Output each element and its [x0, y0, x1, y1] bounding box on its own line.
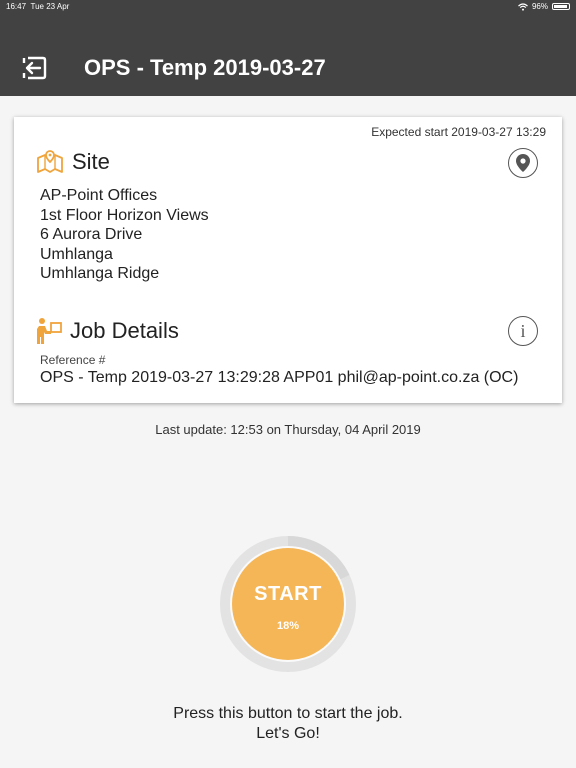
status-time: 16:47 Tue 23 Apr — [6, 2, 69, 11]
address-line: 1st Floor Horizon Views — [40, 206, 209, 224]
start-button[interactable]: START 18% — [232, 548, 344, 660]
status-clock: 16:47 — [6, 2, 27, 11]
start-progress-text: 18% — [276, 619, 300, 632]
location-button[interactable] — [508, 148, 538, 178]
page-title: OPS - Temp 2019-03-27 — [84, 55, 326, 80]
site-title: Site — [72, 149, 110, 174]
back-button[interactable] — [20, 54, 48, 82]
site-header: Site — [36, 149, 110, 175]
wifi-icon — [518, 2, 528, 11]
job-details-title: Job Details — [70, 318, 179, 343]
reference-value: OPS - Temp 2019-03-27 13:29:28 APP01 phi… — [40, 369, 519, 386]
last-update: Last update: 12:53 on Thursday, 04 April… — [155, 422, 421, 437]
map-icon — [37, 150, 63, 173]
info-icon: i — [520, 320, 526, 341]
status-date: Tue 23 Apr — [30, 2, 70, 11]
address-line: Umhlanga — [40, 245, 113, 263]
address-line: Umhlanga Ridge — [40, 265, 160, 282]
job-card: Expected start 2019-03-27 13:29 Site AP-… — [14, 117, 562, 403]
status-right: 96% — [518, 2, 570, 11]
hint-line-2: Let's Go! — [256, 725, 320, 742]
address-line: 6 Aurora Drive — [40, 226, 143, 243]
start-control: START 18% — [218, 534, 358, 674]
worker-icon — [37, 318, 62, 344]
info-button[interactable]: i — [508, 316, 538, 346]
hint-line-1: Press this button to start the job. — [173, 705, 403, 722]
app-bar: OPS - Temp 2019-03-27 — [0, 14, 576, 96]
reference-label: Reference # — [40, 353, 106, 367]
start-label: START — [254, 582, 322, 605]
location-pin-icon — [516, 154, 530, 172]
site-address: AP-Point Offices 1st Floor Horizon Views… — [40, 186, 209, 284]
address-line: AP-Point Offices — [40, 187, 158, 204]
status-bar: 16:47 Tue 23 Apr 96% — [0, 0, 576, 14]
battery-percent: 96% — [531, 2, 548, 11]
start-hint: Press this button to start the job. Let'… — [0, 704, 576, 744]
expected-start: Expected start 2019-03-27 13:29 — [371, 125, 546, 139]
battery-icon — [552, 3, 570, 10]
exit-arrow-icon — [22, 56, 47, 80]
job-details-header: Job Details — [36, 317, 179, 345]
